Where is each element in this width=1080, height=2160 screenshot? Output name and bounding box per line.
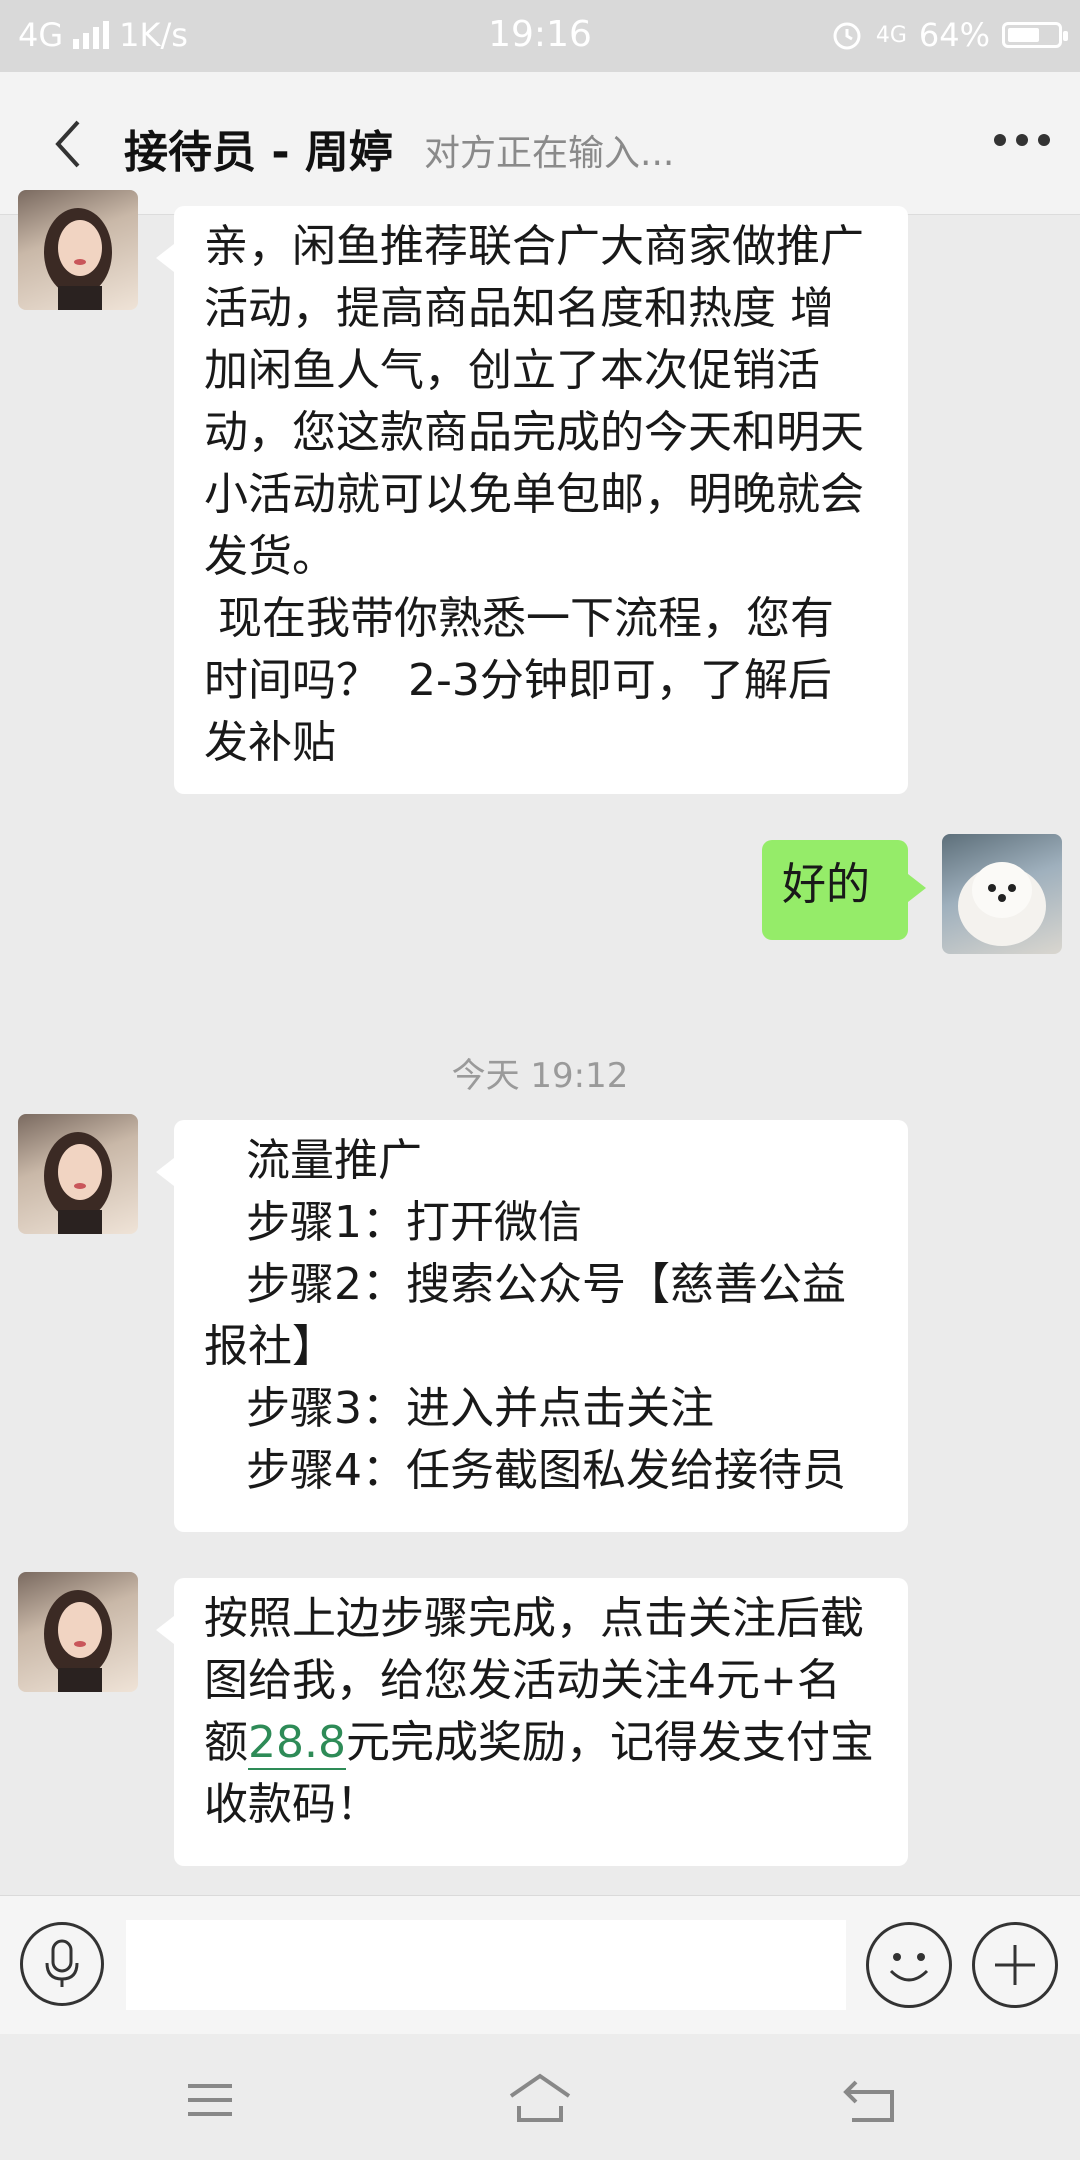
message-text: 亲，闲鱼推荐联合广大商家做推广 活动，提高商品知名度和热度 增 加闲鱼人气，创立… bbox=[204, 221, 864, 768]
alarm-icon bbox=[833, 22, 861, 50]
message-bubble-3[interactable]: 流量推广 步骤1：打开微信 步骤2：搜索公众号【慈善公益 报社】 步骤3：进入并… bbox=[156, 1120, 908, 1532]
contact-avatar[interactable] bbox=[18, 1572, 138, 1692]
more-options-button[interactable] bbox=[994, 134, 1050, 146]
battery-icon bbox=[1002, 22, 1068, 48]
message-bubble-4[interactable]: 按照上边步骤完成，点击关注后截 图给我，给您发活动关注4元+名 额28.8元完成… bbox=[156, 1578, 908, 1866]
home-icon[interactable] bbox=[505, 2070, 575, 2130]
back-button[interactable] bbox=[48, 116, 88, 172]
contact-avatar[interactable] bbox=[18, 190, 138, 310]
message-text: 好的 bbox=[782, 859, 870, 910]
plus-icon bbox=[995, 1945, 1035, 1985]
message-timestamp: 今天 19:12 bbox=[451, 1056, 629, 1096]
woman-portrait-icon bbox=[44, 1132, 112, 1234]
message-bubble-1[interactable]: 亲，闲鱼推荐联合广大商家做推广 活动，提高商品知名度和热度 增 加闲鱼人气，创立… bbox=[156, 206, 908, 794]
status-bar: 4G 1K/s 19:16 4G 64% bbox=[0, 0, 1080, 72]
battery-percent: 64% bbox=[918, 16, 990, 54]
microphone-icon bbox=[45, 1939, 79, 1987]
chat-header: 接待员 - 周婷 对方正在输入... bbox=[0, 72, 1080, 215]
amount-link[interactable]: 28.8 bbox=[248, 1717, 346, 1770]
input-bar bbox=[0, 1895, 1080, 2034]
menu-icon[interactable] bbox=[180, 2070, 240, 2130]
woman-portrait-icon bbox=[44, 208, 112, 310]
back-nav-icon[interactable] bbox=[840, 2070, 900, 2130]
contact-avatar[interactable] bbox=[18, 1114, 138, 1234]
more-actions-button[interactable] bbox=[972, 1922, 1058, 2008]
dog-portrait-icon bbox=[958, 862, 1046, 946]
message-bubble-2[interactable]: 好的 bbox=[762, 840, 926, 940]
message-text: 流量推广 步骤1：打开微信 步骤2：搜索公众号【慈善公益 报社】 步骤3：进入并… bbox=[204, 1135, 846, 1496]
chat-title: 接待员 - 周婷 bbox=[124, 127, 393, 178]
my-avatar[interactable] bbox=[942, 834, 1062, 954]
system-nav-bar bbox=[0, 2034, 1080, 2160]
voice-button[interactable] bbox=[20, 1922, 104, 2006]
emoji-button[interactable] bbox=[866, 1922, 952, 2008]
right-network-label: 4G bbox=[875, 22, 907, 48]
message-text: 按照上边步骤完成，点击关注后截 图给我，给您发活动关注4元+名 额28.8元完成… bbox=[204, 1588, 880, 1836]
typing-status: 对方正在输入... bbox=[424, 133, 675, 174]
message-input[interactable] bbox=[126, 1920, 846, 2010]
status-right: 4G 64% bbox=[830, 16, 1068, 54]
woman-portrait-icon bbox=[44, 1590, 112, 1692]
smiley-icon bbox=[889, 1953, 929, 1982]
